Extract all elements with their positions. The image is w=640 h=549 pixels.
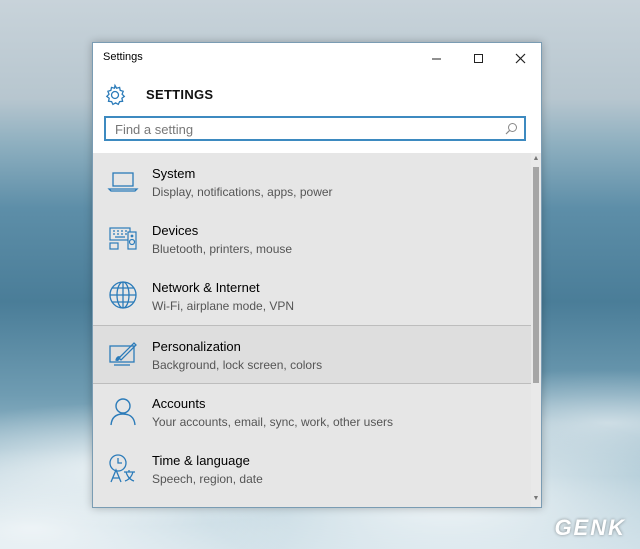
scroll-up-arrow-icon[interactable]: ▲ bbox=[531, 155, 541, 165]
maximize-button[interactable] bbox=[457, 43, 499, 73]
laptop-icon bbox=[107, 172, 139, 192]
category-title: Network & Internet bbox=[152, 280, 260, 295]
category-description: Background, lock screen, colors bbox=[152, 358, 323, 372]
close-button[interactable] bbox=[499, 43, 541, 73]
category-description: Bluetooth, printers, mouse bbox=[152, 242, 293, 256]
category-title: Time & language bbox=[152, 453, 250, 468]
category-accounts[interactable]: Accounts Your accounts, email, sync, wor… bbox=[93, 383, 531, 440]
category-title: Accounts bbox=[152, 396, 206, 411]
time-language-icon bbox=[109, 454, 135, 483]
page-title: SETTINGS bbox=[146, 87, 214, 102]
maximize-icon bbox=[473, 53, 483, 63]
settings-category-list: System Display, notifications, apps, pow… bbox=[93, 153, 531, 507]
category-description: Wi-Fi, airplane mode, VPN bbox=[152, 299, 295, 313]
search-icon[interactable] bbox=[505, 122, 518, 135]
search-input[interactable] bbox=[113, 121, 497, 138]
settings-window: Settings SETTINGS Find a setting System … bbox=[92, 42, 542, 508]
category-personalization[interactable]: Personalization Background, lock screen,… bbox=[93, 325, 531, 384]
gear-icon bbox=[105, 83, 126, 106]
globe-icon bbox=[109, 281, 137, 309]
close-icon bbox=[515, 53, 525, 63]
category-title: Devices bbox=[152, 223, 199, 238]
category-devices[interactable]: Devices Bluetooth, printers, mouse bbox=[93, 210, 531, 267]
search-box[interactable] bbox=[104, 116, 526, 141]
window-title: Settings bbox=[103, 51, 143, 63]
scroll-down-arrow-icon[interactable]: ▼ bbox=[531, 495, 541, 505]
person-icon bbox=[110, 398, 136, 426]
paint-icon bbox=[109, 342, 137, 366]
category-description: Display, notifications, apps, power bbox=[152, 185, 333, 199]
category-description: Speech, region, date bbox=[152, 472, 263, 486]
category-title: System bbox=[152, 166, 196, 181]
category-description: Your accounts, email, sync, work, other … bbox=[152, 415, 393, 429]
title-bar[interactable]: Settings bbox=[93, 43, 541, 73]
category-system[interactable]: System Display, notifications, apps, pow… bbox=[93, 153, 531, 210]
category-network-internet[interactable]: Network & Internet Wi-Fi, airplane mode,… bbox=[93, 267, 531, 324]
vertical-scrollbar[interactable]: ▲ ▼ bbox=[531, 153, 541, 507]
category-title: Personalization bbox=[152, 339, 241, 354]
devices-icon bbox=[109, 227, 137, 250]
minimize-icon bbox=[431, 58, 441, 59]
category-time-language[interactable]: Time & language Speech, region, date bbox=[93, 440, 531, 497]
minimize-button[interactable] bbox=[415, 43, 457, 73]
watermark-logo: GENK bbox=[554, 515, 626, 540]
scroll-thumb[interactable] bbox=[533, 167, 539, 383]
